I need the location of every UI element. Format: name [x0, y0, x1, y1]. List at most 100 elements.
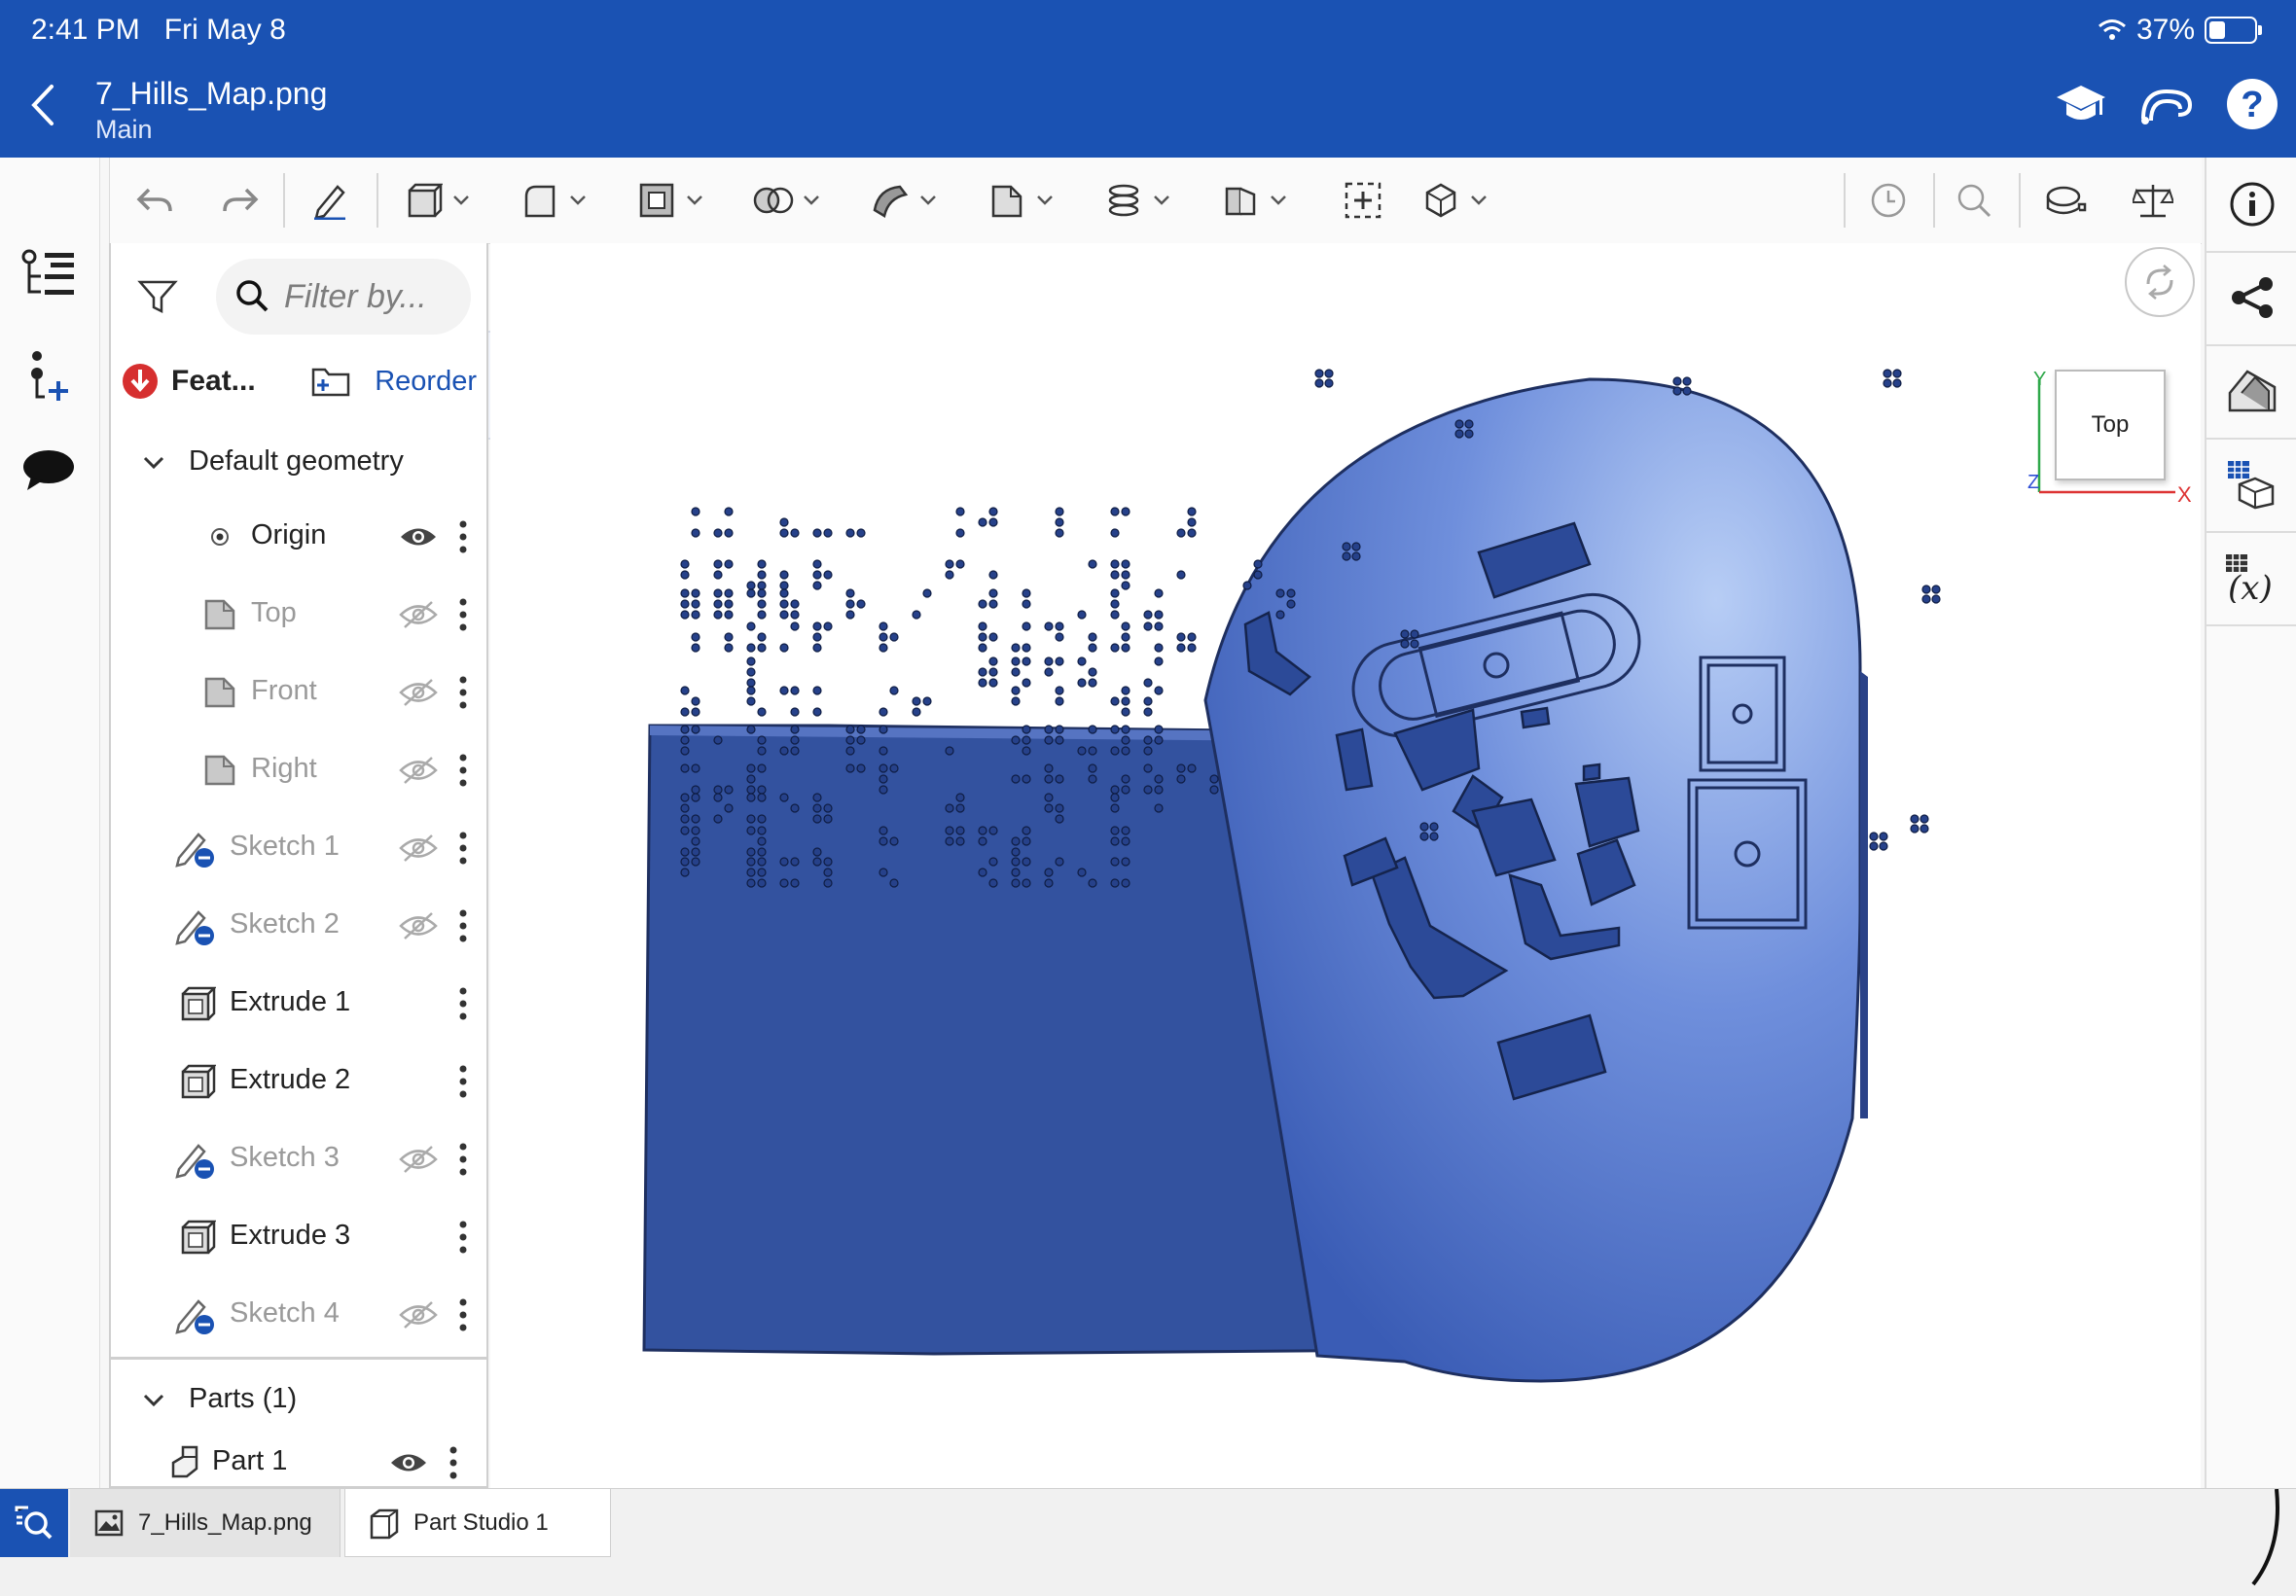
tab-part-studio[interactable]: Part Studio 1	[344, 1489, 611, 1557]
chevron-down-icon[interactable]	[1149, 175, 1174, 226]
feature-item-sketch-2[interactable]: Sketch 2	[111, 887, 486, 965]
document-title[interactable]: 7_Hills_Map.png	[95, 76, 327, 112]
feature-item-right[interactable]: Right	[111, 731, 486, 809]
feature-item-origin[interactable]: Origin	[111, 498, 486, 576]
chevron-left-icon	[31, 85, 54, 125]
mirror-icon[interactable]	[1215, 175, 1266, 226]
feature-list-icon[interactable]	[18, 243, 80, 305]
mate-connector-icon[interactable]	[1338, 175, 1388, 226]
feature-item-sketch-4[interactable]: Sketch 4	[111, 1276, 486, 1354]
chevron-down-icon[interactable]	[799, 175, 824, 226]
appearance-icon[interactable]	[2206, 344, 2296, 440]
more-menu-icon[interactable]	[453, 1140, 473, 1179]
feature-item-sketch-1[interactable]: Sketch 1	[111, 809, 486, 887]
redo-icon[interactable]	[215, 175, 266, 226]
fillet-icon[interactable]	[515, 175, 565, 226]
more-menu-icon[interactable]	[453, 517, 473, 556]
more-menu-icon[interactable]	[444, 1443, 463, 1482]
more-menu-icon[interactable]	[453, 751, 473, 790]
eye-icon[interactable]	[397, 519, 440, 554]
more-menu-icon[interactable]	[453, 829, 473, 868]
chevron-down-icon[interactable]	[132, 1379, 175, 1422]
shell-icon[interactable]	[631, 175, 682, 226]
eye-hidden-icon[interactable]	[397, 597, 440, 632]
chevron-down-icon[interactable]	[1032, 175, 1058, 226]
chevron-down-icon[interactable]	[915, 175, 941, 226]
reorder-button[interactable]: Reorder	[375, 366, 477, 398]
feature-label: Sketch 1	[230, 831, 340, 862]
learning-center-icon[interactable]	[2051, 74, 2111, 134]
filter-search[interactable]	[216, 259, 471, 335]
undo-icon[interactable]	[129, 175, 180, 226]
feature-item-sketch-3[interactable]: Sketch 3	[111, 1120, 486, 1198]
feature-item-top[interactable]: Top	[111, 576, 486, 654]
default-geometry-group[interactable]: Default geometry	[111, 424, 486, 502]
extrude-icon[interactable]	[398, 175, 448, 226]
status-time: 2:41 PM Fri May 8	[31, 14, 286, 46]
feature-label: Extrude 3	[230, 1220, 351, 1251]
part-label: Part 1	[212, 1445, 288, 1476]
more-menu-icon[interactable]	[453, 906, 473, 945]
map-campus-area	[1203, 377, 1862, 1383]
comments-icon[interactable]	[18, 440, 80, 502]
feature-label: Right	[251, 753, 317, 784]
chevron-down-icon[interactable]	[448, 175, 474, 226]
feature-item-extrude-3[interactable]: Extrude 3	[111, 1198, 486, 1276]
workspace-name[interactable]: Main	[95, 115, 153, 145]
eye-hidden-icon[interactable]	[397, 831, 440, 866]
more-menu-icon[interactable]	[453, 1062, 473, 1101]
eye-icon[interactable]	[387, 1445, 430, 1480]
more-menu-icon[interactable]	[453, 673, 473, 712]
chevron-down-icon[interactable]	[1466, 175, 1491, 226]
chevron-down-icon[interactable]	[682, 175, 707, 226]
battery-percent: 37%	[2135, 14, 2195, 46]
info-icon[interactable]	[2206, 158, 2296, 253]
mass-properties-icon[interactable]	[2128, 175, 2178, 226]
app-store-icon[interactable]	[2136, 74, 2197, 134]
chevron-down-icon[interactable]	[565, 175, 591, 226]
chevron-down-icon[interactable]	[132, 442, 175, 484]
sweep-icon[interactable]	[865, 175, 915, 226]
feature-item-front[interactable]: Front	[111, 654, 486, 731]
feature-item-extrude-1[interactable]: Extrude 1	[111, 965, 486, 1043]
back-button[interactable]	[23, 78, 62, 132]
graphics-viewport[interactable]: Y X Z Top	[490, 243, 2201, 1488]
more-menu-icon[interactable]	[453, 595, 473, 634]
eye-hidden-icon[interactable]	[397, 1142, 440, 1177]
eye-hidden-icon[interactable]	[397, 908, 440, 943]
eye-hidden-icon[interactable]	[397, 675, 440, 710]
configurations-icon[interactable]	[2206, 438, 2296, 533]
filter-input[interactable]	[282, 276, 461, 317]
search-icon[interactable]	[1949, 175, 1999, 226]
plane-icon[interactable]	[982, 175, 1032, 226]
more-menu-icon[interactable]	[453, 1218, 473, 1257]
helix-icon[interactable]	[1098, 175, 1149, 226]
add-folder-icon[interactable]	[309, 364, 352, 399]
part-item[interactable]: Part 1	[111, 1424, 486, 1486]
insert-feature-icon[interactable]	[18, 344, 80, 407]
eye-hidden-icon[interactable]	[397, 1297, 440, 1332]
tab-search-button[interactable]	[0, 1489, 68, 1557]
eye-hidden-icon[interactable]	[397, 753, 440, 788]
filter-icon[interactable]	[136, 274, 179, 317]
more-menu-icon[interactable]	[453, 984, 473, 1023]
search-icon	[15, 1506, 53, 1540]
chevron-down-icon[interactable]	[1266, 175, 1291, 226]
history-icon[interactable]	[1863, 175, 1914, 226]
feature-label: Top	[251, 597, 297, 628]
cube-icon[interactable]	[1416, 175, 1466, 226]
more-menu-icon[interactable]	[453, 1295, 473, 1334]
tab-image-file[interactable]: 7_Hills_Map.png	[70, 1489, 341, 1557]
sketch-icon	[175, 904, 218, 947]
boolean-icon[interactable]	[748, 175, 799, 226]
measure-icon[interactable]	[2040, 175, 2091, 226]
variables-icon[interactable]: (x)	[2206, 531, 2296, 626]
help-icon[interactable]: ?	[2222, 74, 2282, 134]
rollback-bar-icon[interactable]	[121, 362, 160, 401]
sketch-icon[interactable]	[305, 175, 355, 226]
feature-label: Front	[251, 675, 317, 706]
share-icon[interactable]	[2206, 251, 2296, 346]
sketch-icon	[175, 1138, 218, 1181]
feature-item-extrude-2[interactable]: Extrude 2	[111, 1043, 486, 1120]
sketch-icon	[175, 1294, 218, 1336]
